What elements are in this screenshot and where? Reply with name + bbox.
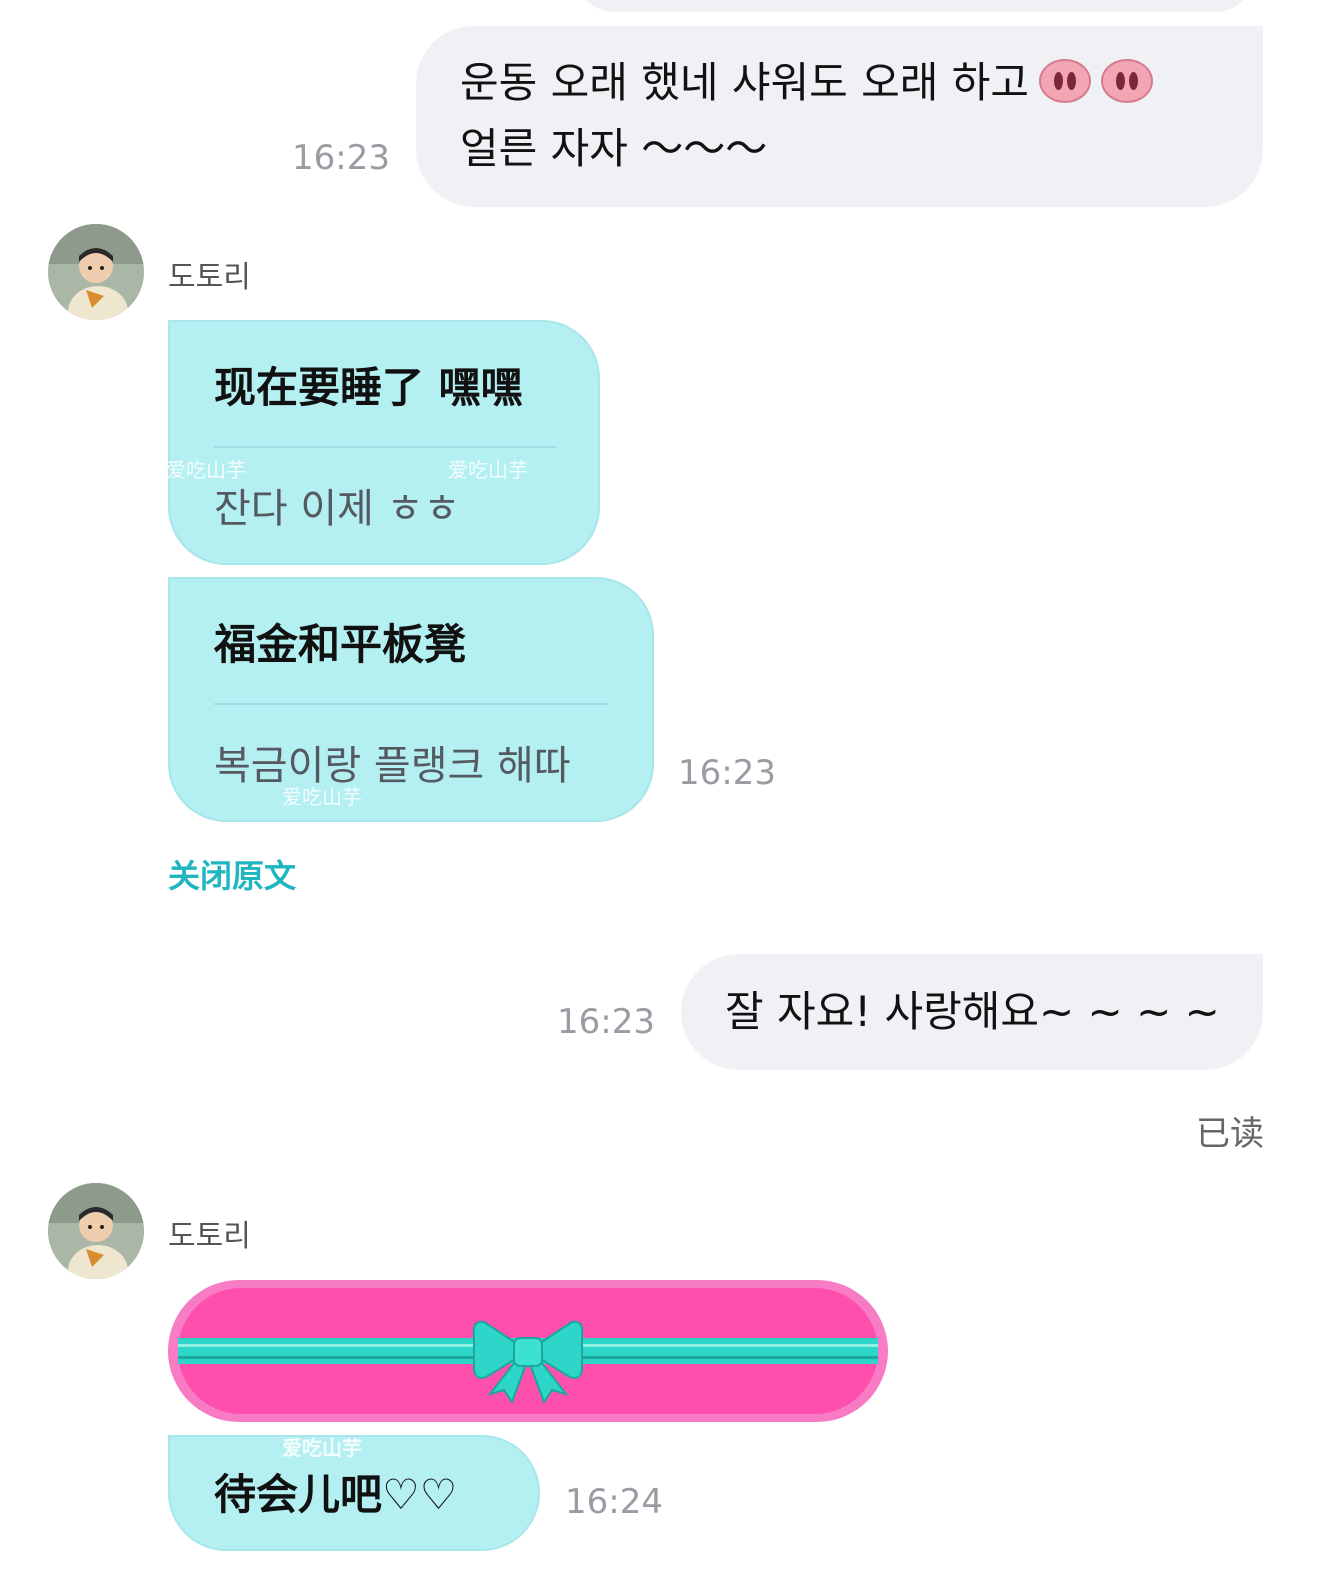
watermark: 爱吃山芋 — [282, 785, 362, 809]
message-text: 잘 자요! 사랑해요~ ~ ~ ~ — [725, 987, 1220, 1036]
original-text: 现在要睡了 嘿嘿 — [214, 363, 523, 412]
incoming-message-bubble[interactable]: 现在要睡了 嘿嘿 잔다 이제 ㅎㅎ 爱吃山芋 爱吃山芋 — [166, 320, 600, 565]
sender-name: 도토리 — [168, 1219, 251, 1254]
message-text: 얼른 자자 ～～～ — [460, 124, 768, 173]
message-time: 16:24 — [565, 1482, 663, 1522]
previous-message-bubble — [575, 0, 1255, 12]
pig-nose-emoji-icon — [1039, 59, 1092, 103]
sender-avatar[interactable] — [48, 224, 144, 320]
message-time: 16:23 — [292, 138, 390, 178]
translated-text: 복금이랑 플랭크 해따 — [214, 743, 571, 789]
watermark: 爱吃山芋 — [166, 458, 246, 482]
outgoing-message-bubble[interactable]: 운동 오래 했네 샤워도 오래 하고 얼른 자자 ～～～ — [416, 26, 1263, 207]
watermark: 爱吃山芋 — [282, 1436, 362, 1460]
incoming-message-bubble[interactable]: 待会儿吧♡♡ 爱吃山芋 — [168, 1435, 540, 1551]
translated-text: 잔다 이제 ㅎㅎ — [214, 486, 461, 532]
translation-divider — [214, 446, 556, 448]
pig-nose-emoji-icon — [1101, 59, 1154, 103]
message-text: 待会儿吧♡♡ — [214, 1470, 458, 1519]
outgoing-message-bubble[interactable]: 잘 자요! 사랑해요~ ~ ~ ~ — [681, 954, 1263, 1070]
read-status: 已读 — [1196, 1114, 1264, 1154]
sender-name: 도토리 — [168, 260, 251, 295]
message-time: 16:23 — [557, 1002, 655, 1042]
original-text: 福金和平板凳 — [214, 620, 467, 669]
gift-ribbon-bubble[interactable] — [166, 1278, 890, 1424]
incoming-message-bubble[interactable]: 福金和平板凳 복금이랑 플랭크 해따 爱吃山芋 — [168, 577, 654, 822]
message-time: 16:23 — [678, 753, 776, 793]
translation-divider — [214, 703, 608, 705]
message-text: 운동 오래 했네 샤워도 오래 하고 — [460, 58, 1030, 107]
message-text-line: 운동 오래 했네 샤워도 오래 하고 — [460, 50, 1223, 116]
watermark: 爱吃山芋 — [448, 458, 528, 482]
close-original-link[interactable]: 关闭原文 — [168, 851, 296, 897]
sender-avatar[interactable] — [48, 1183, 144, 1279]
